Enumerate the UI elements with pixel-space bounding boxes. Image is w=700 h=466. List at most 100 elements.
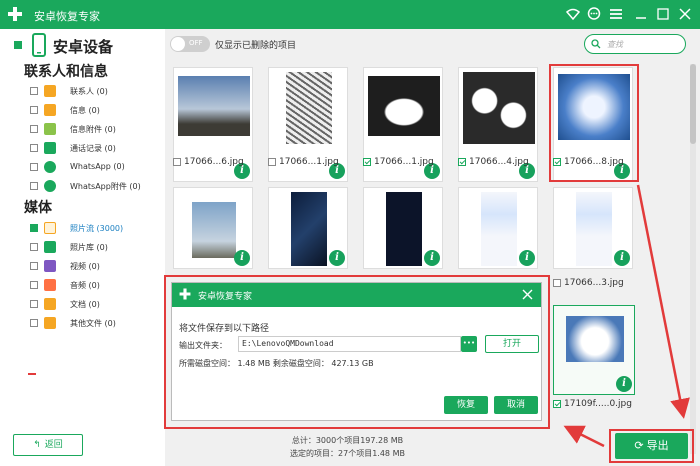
photo-label[interactable]: 17066...4.jpg bbox=[458, 157, 529, 167]
photo-label[interactable]: 17066...1.jpg bbox=[363, 157, 434, 167]
wifi-icon[interactable] bbox=[566, 7, 580, 21]
message-attachments-checkbox[interactable] bbox=[30, 125, 38, 133]
photo-library-checkbox[interactable] bbox=[30, 243, 38, 251]
section-media: 媒体 bbox=[24, 200, 52, 216]
photo-thumbnail bbox=[286, 72, 332, 144]
documents-checkbox[interactable] bbox=[30, 300, 38, 308]
device-checkbox[interactable] bbox=[14, 41, 22, 49]
info-icon[interactable]: i bbox=[614, 250, 630, 266]
maximize-icon[interactable] bbox=[656, 7, 670, 21]
menu-icon[interactable] bbox=[609, 7, 623, 21]
photo-checkbox[interactable] bbox=[553, 399, 561, 408]
title-bar: 安卓恢复专家 bbox=[0, 0, 700, 29]
photo-filename: 17066...3.jpg bbox=[564, 278, 624, 288]
sidebar-item-label: 信息附件 (0) bbox=[70, 125, 116, 134]
photo-thumbnail bbox=[558, 74, 630, 140]
photo-filename: 17066...1.jpg bbox=[374, 157, 434, 167]
photo-checkbox[interactable] bbox=[553, 157, 561, 166]
restore-button[interactable]: 恢复 bbox=[444, 396, 488, 414]
photo-checkbox[interactable] bbox=[458, 157, 466, 166]
progress-marker bbox=[28, 373, 36, 375]
call-icon bbox=[44, 142, 56, 154]
scrollbar-thumb[interactable] bbox=[690, 64, 696, 144]
photo-card[interactable]: i bbox=[268, 187, 348, 269]
close-icon[interactable] bbox=[678, 7, 692, 21]
toggle-state: OFF bbox=[189, 39, 203, 47]
phone-icon bbox=[32, 33, 46, 57]
disk-space-info: 所需磁盘空间： 1.48 MB 剩余磁盘空间： 427.13 GB bbox=[179, 359, 374, 368]
photo-stream-checkbox[interactable] bbox=[30, 224, 38, 232]
file-icon bbox=[44, 317, 56, 329]
photo-card[interactable]: i bbox=[553, 187, 633, 269]
selected-items: 选定的项目：27个项目1.48 MB bbox=[290, 449, 405, 458]
photo-thumbnail bbox=[178, 76, 250, 136]
photo-thumbnail bbox=[291, 192, 327, 266]
section-contacts: 联系人和信息 bbox=[24, 64, 108, 80]
photo-checkbox[interactable] bbox=[268, 157, 276, 166]
close-icon[interactable] bbox=[522, 289, 533, 300]
photo-card[interactable]: i bbox=[553, 305, 635, 395]
sidebar-item-label: 信息 (0) bbox=[70, 106, 100, 115]
whatsapp-icon bbox=[44, 161, 56, 173]
photo-card[interactable]: i bbox=[363, 187, 443, 269]
photo-label[interactable]: 17066...6.jpg bbox=[173, 157, 244, 167]
video-icon bbox=[44, 260, 56, 272]
photo-filename: 17109f.....0.jpg bbox=[564, 399, 632, 409]
photo-checkbox[interactable] bbox=[553, 278, 561, 287]
output-path-input[interactable]: E:\LenovoQMDownload bbox=[238, 336, 461, 352]
info-icon[interactable]: i bbox=[519, 250, 535, 266]
browse-button[interactable]: ••• bbox=[461, 336, 477, 352]
photo-card[interactable]: i bbox=[173, 187, 253, 269]
photo-checkbox[interactable] bbox=[363, 157, 371, 166]
dialog-title: 安卓恢复专家 bbox=[198, 292, 253, 302]
call-log-checkbox[interactable] bbox=[30, 144, 38, 152]
audio-icon bbox=[44, 279, 56, 291]
sidebar-item-label: 照片流 (3000) bbox=[70, 224, 124, 233]
photo-filename: 17066...8.jpg bbox=[564, 157, 624, 167]
star-icon bbox=[44, 222, 56, 234]
photo-label[interactable]: 17066...8.jpg bbox=[553, 157, 624, 167]
info-icon[interactable]: i bbox=[329, 250, 345, 266]
sidebar-item-label: 其他文件 (0) bbox=[70, 319, 116, 328]
device-name: 安卓设备 bbox=[53, 38, 114, 56]
photo-label[interactable]: 17066...1.jpg bbox=[268, 157, 339, 167]
audio-checkbox[interactable] bbox=[30, 281, 38, 289]
messages-checkbox[interactable] bbox=[30, 106, 38, 114]
info-icon[interactable]: i bbox=[616, 376, 632, 392]
info-icon[interactable]: i bbox=[424, 250, 440, 266]
cancel-button[interactable]: 取消 bbox=[494, 396, 538, 414]
photo-thumbnail bbox=[481, 192, 517, 266]
sidebar: 安卓设备 联系人和信息 联系人 (0) 信息 (0) 信息附件 (0) 通话记录… bbox=[0, 29, 165, 466]
photo-label[interactable]: 17109f.....0.jpg bbox=[553, 399, 632, 409]
minimize-icon[interactable] bbox=[634, 7, 648, 21]
search-icon bbox=[591, 39, 601, 49]
photo-label[interactable]: 17066...3.jpg bbox=[553, 278, 624, 288]
photo-card[interactable]: i bbox=[458, 187, 538, 269]
app-title: 安卓恢复专家 bbox=[34, 10, 100, 23]
toggle-knob bbox=[171, 37, 185, 51]
back-arrow-icon: ↰ bbox=[33, 440, 41, 450]
open-button[interactable]: 打开 bbox=[485, 335, 539, 353]
whatsapp-attachment-icon bbox=[44, 180, 56, 192]
photo-checkbox[interactable] bbox=[173, 157, 181, 166]
scrollbar-track[interactable] bbox=[690, 64, 696, 454]
photo-filename: 17066...6.jpg bbox=[184, 157, 244, 167]
whatsapp-attachments-checkbox[interactable] bbox=[30, 182, 38, 190]
dialog-header: 安卓恢复专家 bbox=[172, 283, 541, 307]
video-checkbox[interactable] bbox=[30, 262, 38, 270]
other-files-checkbox[interactable] bbox=[30, 319, 38, 327]
search-input[interactable]: 查找 bbox=[584, 34, 686, 54]
whatsapp-checkbox[interactable] bbox=[30, 163, 38, 171]
sidebar-item-label: 联系人 (0) bbox=[70, 87, 108, 96]
info-icon[interactable]: i bbox=[234, 250, 250, 266]
back-button[interactable]: ↰ 返回 bbox=[13, 434, 83, 456]
photo-thumbnail bbox=[192, 202, 236, 258]
sidebar-item-label: 视频 (0) bbox=[70, 262, 100, 271]
messages-icon bbox=[44, 104, 56, 116]
sidebar-item-label: WhatsApp (0) bbox=[70, 162, 125, 171]
search-placeholder: 查找 bbox=[607, 40, 623, 49]
chat-icon[interactable] bbox=[587, 7, 601, 21]
deleted-only-toggle[interactable]: OFF bbox=[170, 36, 210, 52]
contacts-checkbox[interactable] bbox=[30, 87, 38, 95]
export-button[interactable]: ⟳ 导出 bbox=[615, 433, 688, 459]
